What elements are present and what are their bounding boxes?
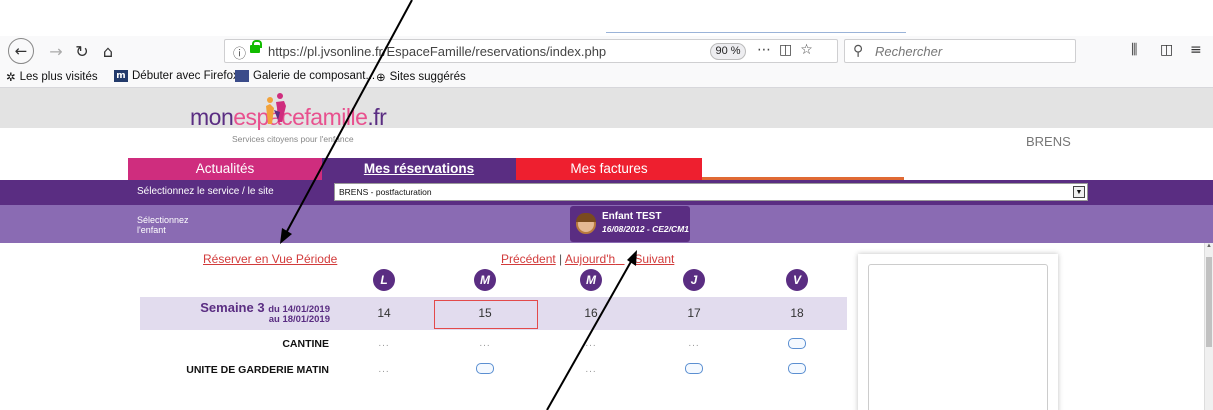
- star-icon[interactable]: ☆: [800, 42, 821, 58]
- chevron-down-icon[interactable]: ▼: [1073, 186, 1085, 198]
- empty-slot: ...: [688, 338, 700, 349]
- logo-part: .fr: [367, 104, 387, 130]
- search-icon: ⚲: [853, 43, 864, 59]
- calendar-nav: Précédent | Aujourd'hui | Suivant: [501, 252, 674, 266]
- day-thursday: J: [683, 269, 705, 291]
- bookmark-label: Galerie de composant...: [253, 70, 376, 83]
- day-monday: L: [373, 269, 395, 291]
- scroll-up-icon[interactable]: ▲: [1205, 243, 1213, 249]
- tab-label: Mes factures: [570, 161, 648, 176]
- commune-name: BRENS: [1026, 134, 1071, 149]
- date-cell[interactable]: 16: [576, 306, 606, 320]
- tab-label: Mes réservations: [363, 161, 475, 176]
- reservation-checkbox[interactable]: [685, 363, 703, 374]
- bookmark-label: Les plus visités: [19, 71, 98, 84]
- browser-toolbar: ← → ↻ ⌂ ⓘ https://pl.jvsonline.fr/Espace…: [0, 36, 1213, 66]
- scroll-thumb[interactable]: [1206, 257, 1212, 347]
- pocket-icon[interactable]: ◫: [779, 42, 800, 58]
- week-to: au 18/01/2019: [268, 314, 330, 325]
- gallery-icon: [235, 70, 249, 82]
- sidebar-icon[interactable]: ◫: [1160, 42, 1173, 58]
- child-info: 16/08/2012 - CE2/CM1: [602, 224, 689, 234]
- page: ← → ↻ ⌂ ⓘ https://pl.jvsonline.fr/Espace…: [0, 0, 1213, 410]
- child-label: Sélectionnez l'enfant: [137, 215, 189, 235]
- back-icon[interactable]: ←: [8, 38, 34, 64]
- library-icon[interactable]: ⫼: [1131, 42, 1137, 58]
- child-card[interactable]: Enfant TEST 16/08/2012 - CE2/CM1: [570, 206, 690, 242]
- today-link[interactable]: Aujourd'hui: [565, 252, 625, 266]
- search-input[interactable]: ⚲ Rechercher: [844, 39, 1076, 63]
- bookmark-label: Débuter avec Firefox: [132, 70, 239, 83]
- gear-icon: ✲: [6, 70, 16, 84]
- site-header: monespacefamille.fr Services citoyens po…: [0, 88, 1213, 158]
- forward-icon[interactable]: →: [44, 39, 68, 63]
- bookmark-suggested-sites[interactable]: ⊕ Sites suggérés: [376, 70, 466, 84]
- logo-part: espacefamille: [233, 104, 368, 130]
- service-select-value: BRENS - postfacturation: [339, 187, 432, 197]
- zoom-indicator[interactable]: 90 %: [710, 43, 746, 60]
- tab-label: Actualités: [195, 161, 255, 176]
- menu-icon[interactable]: ≡: [1190, 42, 1202, 58]
- week-number: Semaine 3: [200, 300, 265, 315]
- service-select[interactable]: BRENS - postfacturation ▼: [334, 183, 1088, 201]
- globe-icon: ⊕: [376, 70, 386, 84]
- bookmark-label: Sites suggérés: [389, 71, 466, 84]
- m-icon: m: [114, 70, 128, 82]
- side-panel: [858, 254, 1058, 410]
- reservation-checkbox[interactable]: [788, 363, 806, 374]
- service-row-garderie-matin: UNITE DE GARDERIE MATIN: [186, 364, 329, 376]
- empty-slot: ...: [378, 364, 390, 375]
- url-text[interactable]: https://pl.jvsonline.fr/EspaceFamille/re…: [268, 44, 606, 59]
- day-wednesday: M: [580, 269, 602, 291]
- day-tuesday: M: [474, 269, 496, 291]
- service-label: Sélectionnez le service / le site: [137, 186, 274, 197]
- avatar: [576, 213, 596, 234]
- child-name: Enfant TEST: [602, 211, 662, 222]
- reservation-checkbox[interactable]: [476, 363, 494, 374]
- bookmark-most-visited[interactable]: ✲ Les plus visités: [6, 70, 98, 84]
- tab-mes-reservations[interactable]: Mes réservations: [322, 158, 516, 180]
- day-friday: V: [786, 269, 808, 291]
- side-panel-content: [868, 264, 1048, 410]
- empty-slot: ...: [585, 364, 597, 375]
- bookmark-getting-started[interactable]: m Débuter avec Firefox: [114, 70, 239, 82]
- service-selector-row: Sélectionnez le service / le site BRENS …: [0, 180, 1213, 205]
- page-scrollbar[interactable]: ▲: [1204, 243, 1213, 410]
- reservation-checkbox[interactable]: [788, 338, 806, 349]
- site-tagline: Services citoyens pour l'enfance: [232, 134, 354, 144]
- header-band: [0, 88, 1213, 128]
- reserve-period-link[interactable]: Réserver en Vue Période: [203, 252, 337, 266]
- today-highlight: [434, 300, 538, 329]
- date-cell[interactable]: 18: [782, 306, 812, 320]
- child-selector-row: Sélectionnez l'enfant Enfant TEST 16/08/…: [0, 205, 1213, 243]
- search-placeholder: Rechercher: [875, 44, 943, 59]
- bookmark-gallery[interactable]: Galerie de composant...: [235, 70, 375, 82]
- page-actions: ⋯◫☆: [757, 42, 821, 58]
- url-bar[interactable]: ⓘ https://pl.jvsonline.fr/EspaceFamille/…: [224, 39, 838, 63]
- reload-icon[interactable]: ↻: [70, 39, 94, 63]
- window-top-strip: [0, 0, 1213, 36]
- logo-part: mon: [190, 104, 234, 130]
- more-icon[interactable]: ⋯: [757, 42, 779, 58]
- date-cell[interactable]: 17: [679, 306, 709, 320]
- main-tabs: Actualités Mes réservations Mes factures: [0, 158, 1213, 180]
- tab-mes-factures[interactable]: Mes factures: [516, 158, 702, 180]
- bookmarks-bar: ✲ Les plus visités m Débuter avec Firefox …: [0, 66, 1213, 88]
- week-title: Semaine 3 du 14/01/2019: [200, 300, 330, 315]
- today-label: Aujourd'h: [564, 252, 616, 266]
- empty-slot: ...: [378, 338, 390, 349]
- tab-actualites[interactable]: Actualités: [128, 158, 322, 180]
- logo-figures-icon: [266, 93, 286, 124]
- date-cell[interactable]: 14: [369, 306, 399, 320]
- empty-slot: ...: [585, 338, 597, 349]
- empty-slot: ...: [479, 338, 491, 349]
- next-link[interactable]: Suivant: [634, 252, 674, 266]
- today-label-hidden: ui: [615, 252, 625, 266]
- previous-link[interactable]: Précédent: [501, 252, 556, 266]
- home-icon[interactable]: ⌂: [96, 39, 120, 63]
- lock-icon: [250, 40, 262, 53]
- service-row-cantine: CANTINE: [282, 338, 329, 350]
- info-icon[interactable]: ⓘ: [233, 43, 246, 62]
- tab-indicator-line: [606, 32, 906, 33]
